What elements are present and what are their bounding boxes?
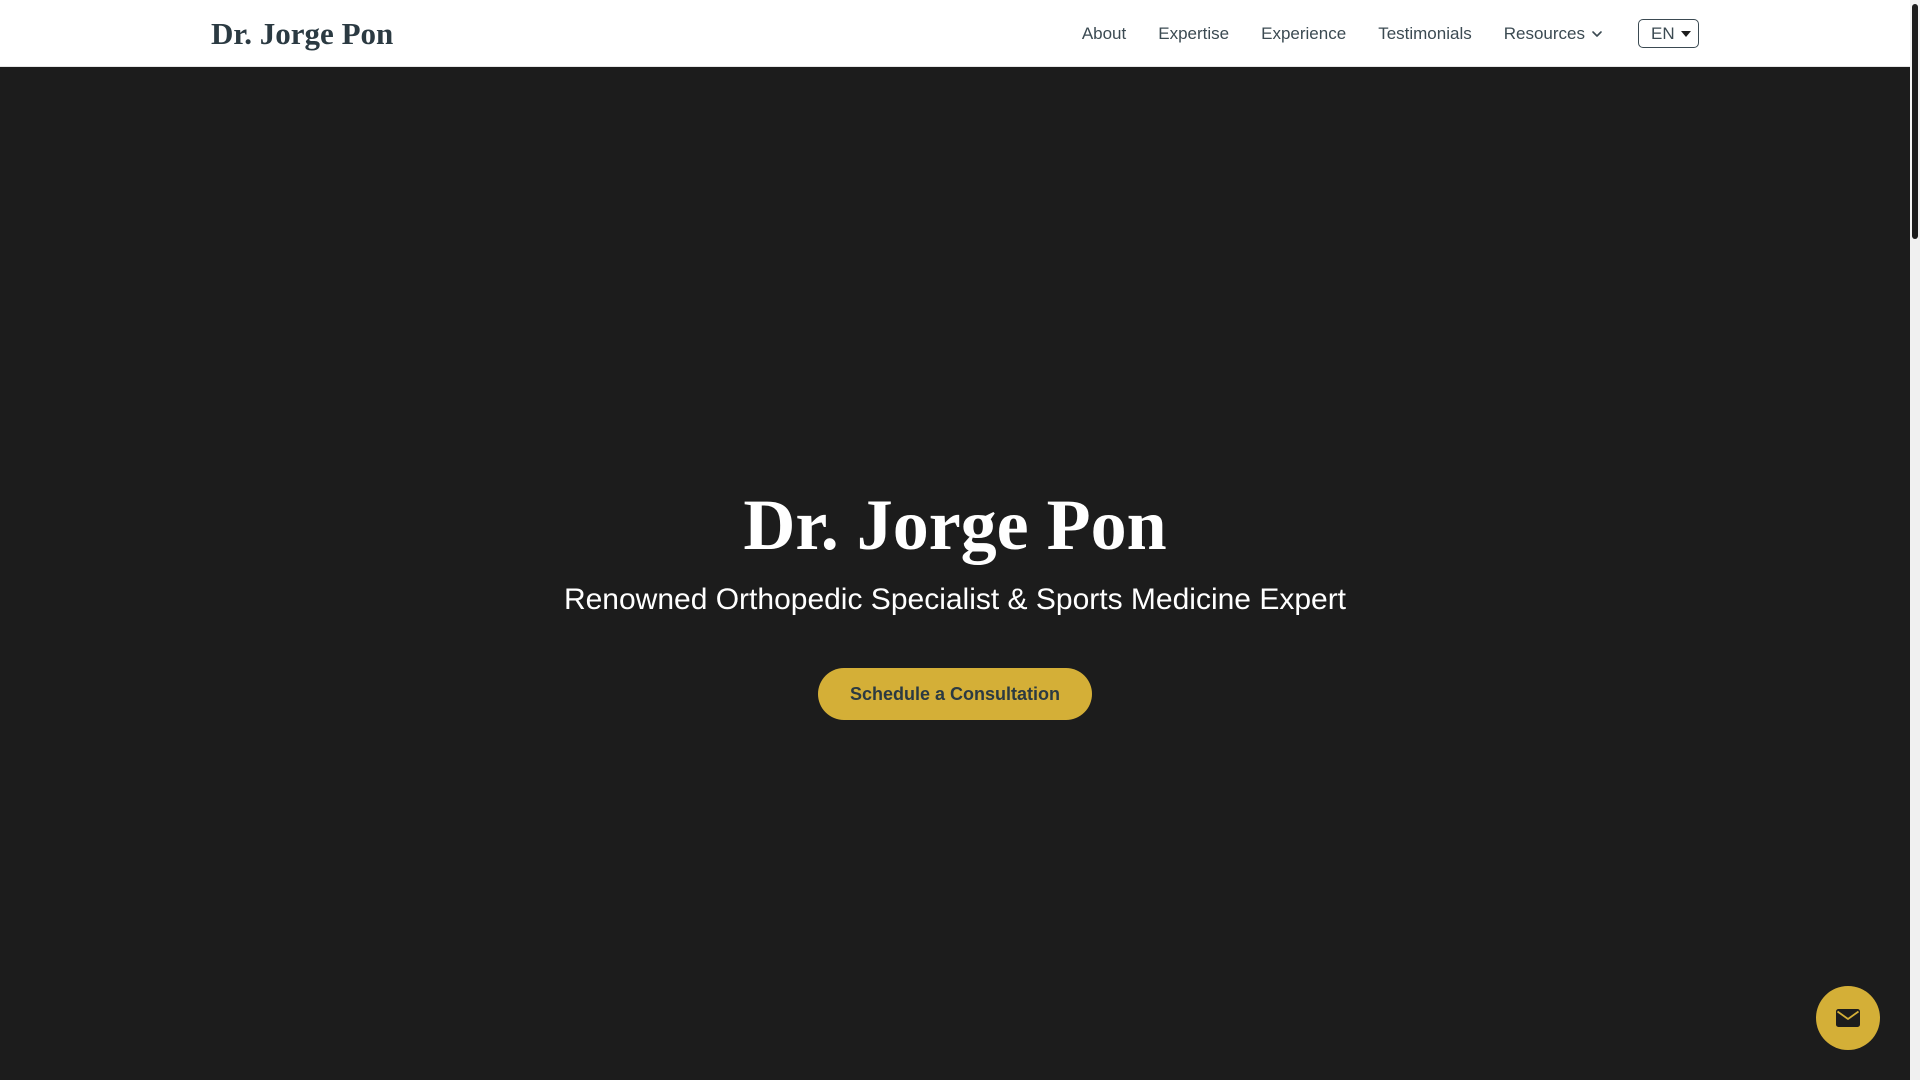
nav-dropdown-resources-label: Resources — [1503, 23, 1585, 43]
envelope-icon — [1836, 1009, 1860, 1027]
hero-section: Dr. Jorge Pon Renowned Orthopedic Specia… — [0, 67, 1910, 1080]
schedule-consultation-button[interactable]: Schedule a Consultation — [818, 668, 1092, 720]
nav-link-experience[interactable]: Experience — [1261, 24, 1346, 44]
language-select-value: EN — [1651, 24, 1675, 43]
hero-subtitle: Renowned Orthopedic Specialist & Sports … — [563, 583, 1347, 616]
page: Dr. Jorge Pon About Expertise Experience… — [0, 0, 1910, 1080]
contact-floating-button[interactable] — [1816, 986, 1880, 1050]
hero-title: Dr. Jorge Pon — [743, 485, 1167, 565]
page-scrollbar[interactable] — [1910, 0, 1920, 1080]
scrollbar-thumb[interactable] — [1912, 4, 1918, 239]
nav-link-about[interactable]: About — [1082, 24, 1126, 44]
chevron-down-icon — [1592, 30, 1602, 37]
main-nav: About Expertise Experience Testimonials … — [1082, 0, 1699, 67]
nav-dropdown-resources[interactable]: Resources — [1504, 24, 1604, 44]
nav-link-expertise[interactable]: Expertise — [1158, 24, 1229, 44]
language-select[interactable]: EN — [1638, 19, 1699, 48]
brand-logo-link[interactable]: Dr. Jorge Pon — [211, 14, 393, 54]
site-header: Dr. Jorge Pon About Expertise Experience… — [0, 0, 1910, 67]
caret-down-icon — [1681, 31, 1691, 37]
nav-link-testimonials[interactable]: Testimonials — [1378, 24, 1472, 44]
